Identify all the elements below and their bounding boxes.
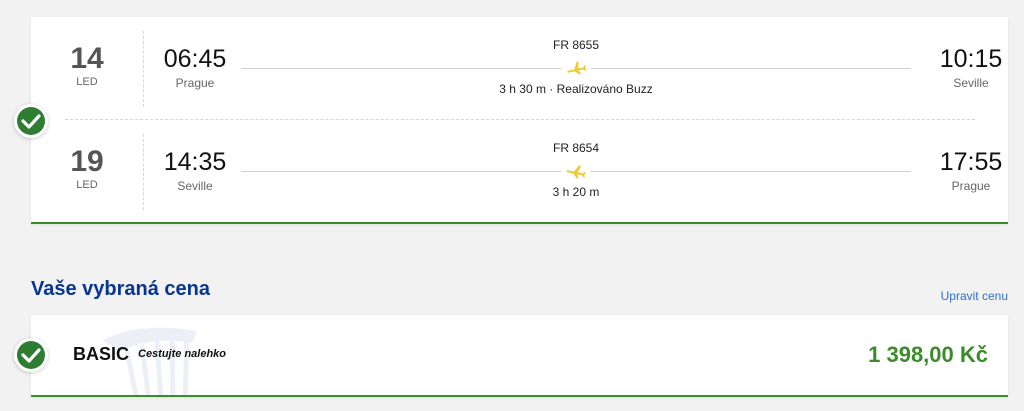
outbound-departure-time: 06:45 [163,45,227,73]
return-flight-number: FR 8654 [552,141,600,155]
route-line-right [591,171,911,172]
return-arrival-time: 17:55 [939,148,1003,176]
return-route: FR 8654 3 h 20 m [241,138,911,208]
outbound-departure-city: Prague [175,76,215,90]
outbound-departure: 06:45 Prague [149,45,241,90]
return-duration: 3 h 20 m [552,185,600,199]
route-line-left [241,171,561,172]
return-date: 19 LED [31,145,143,192]
date-divider [143,134,144,210]
date-divider [143,31,144,107]
outbound-flight-row: 14 LED 06:45 Prague FR 8655 3 h 30 m · R… [31,17,1008,117]
outbound-arrival: 10:15 Seville [936,45,1006,90]
selected-fare-title: Vaše vybraná cena [31,278,211,300]
selected-fare-card[interactable]: BASIC Cestujte nalehko 1 398,00 Kč [31,315,1008,397]
outbound-day: 14 [70,42,104,75]
return-departure-time: 14:35 [163,148,227,176]
outbound-flight-number: FR 8655 [552,38,600,52]
route-line-left [241,68,561,69]
fare-selected-check-icon [14,338,48,372]
outbound-arrival-time: 10:15 [939,45,1003,73]
plane-icon [566,165,586,179]
outbound-month: LED [76,76,98,88]
flight-summary-card: 14 LED 06:45 Prague FR 8655 3 h 30 m · R… [31,17,1008,224]
return-arrival: 17:55 Prague [936,148,1006,193]
outbound-duration: 3 h 30 m · Realizováno Buzz [499,82,653,96]
fare-price: 1 398,00 Kč [868,342,988,367]
return-departure: 14:35 Seville [149,148,241,193]
return-departure-city: Seville [177,179,213,193]
fare-name: BASIC [73,344,130,364]
plane-icon [567,61,586,75]
fare-tagline: Cestujte nalehko [138,348,227,360]
route-line-right [591,68,911,69]
return-month: LED [76,179,98,191]
outbound-route: FR 8655 3 h 30 m · Realizováno Buzz [241,35,911,105]
change-fare-link[interactable]: Upravit cenu [941,289,1008,303]
return-arrival-city: Prague [951,179,991,193]
return-day: 19 [70,145,104,178]
outbound-arrival-city: Seville [953,76,989,90]
outbound-date: 14 LED [31,42,143,89]
return-flight-row: 19 LED 14:35 Seville FR 8654 3 h 20 m 17… [31,120,1008,220]
flights-selected-check-icon [14,104,48,138]
